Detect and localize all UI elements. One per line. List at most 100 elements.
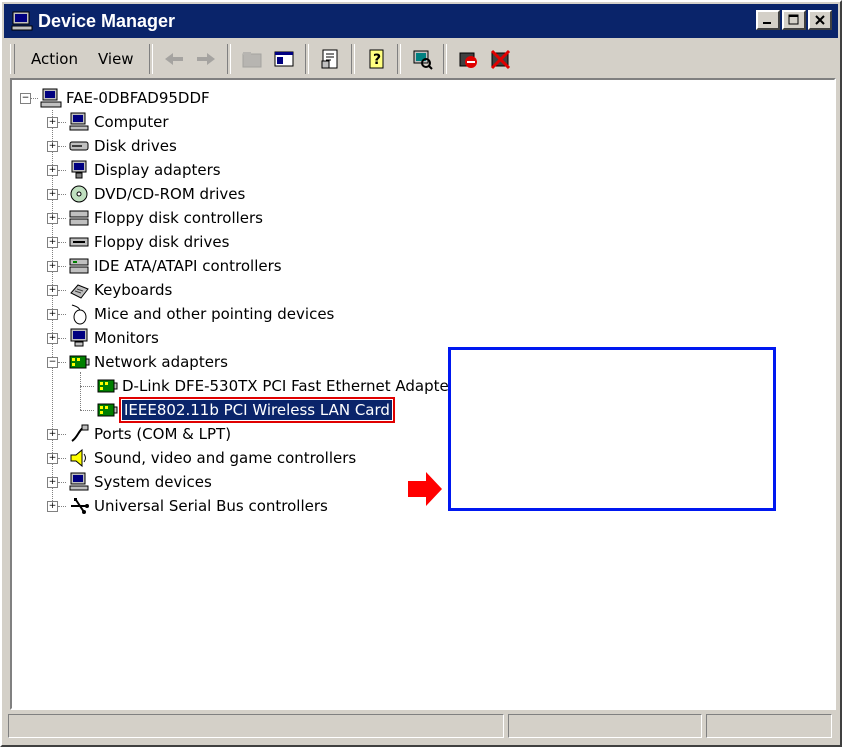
tree-root[interactable]: FAE-0DBFAD95DDF bbox=[40, 86, 210, 110]
toolbar: Action View ? bbox=[4, 40, 838, 78]
toolbar-separator bbox=[304, 44, 309, 74]
tree-device-label: D-Link DFE-530TX PCI Fast Ethernet Adapt… bbox=[122, 377, 455, 395]
tree-category[interactable]: Monitors bbox=[68, 326, 159, 350]
expand-toggle[interactable]: + bbox=[47, 477, 58, 488]
back-button[interactable] bbox=[160, 45, 188, 73]
expand-toggle[interactable]: + bbox=[47, 165, 58, 176]
tree-category[interactable]: Computer bbox=[68, 110, 169, 134]
tree-category[interactable]: Keyboards bbox=[68, 278, 172, 302]
port-icon bbox=[71, 424, 89, 442]
tree-category[interactable]: System devices bbox=[68, 470, 212, 494]
computer-icon bbox=[69, 112, 89, 131]
close-button[interactable] bbox=[808, 10, 832, 30]
show-hide-tree-icon bbox=[274, 51, 294, 67]
tree-category[interactable]: DVD/CD-ROM drives bbox=[68, 182, 245, 206]
tree-category[interactable]: Ports (COM & LPT) bbox=[68, 422, 231, 446]
show-hide-tree-button[interactable] bbox=[270, 45, 298, 73]
expand-toggle[interactable]: + bbox=[47, 141, 58, 152]
tree-category-label: Floppy disk controllers bbox=[94, 209, 263, 227]
tree-category-label: System devices bbox=[94, 473, 212, 491]
help-icon: ? bbox=[369, 49, 384, 69]
expand-toggle[interactable]: − bbox=[47, 357, 58, 368]
menu-view[interactable]: View bbox=[88, 46, 144, 72]
expand-toggle[interactable]: + bbox=[47, 501, 58, 512]
scan-hardware-icon bbox=[413, 50, 433, 70]
menu-action[interactable]: Action bbox=[21, 46, 88, 72]
expand-toggle[interactable]: + bbox=[47, 429, 58, 440]
tree-device-label: IEEE802.11b PCI Wireless LAN Card bbox=[119, 397, 395, 423]
expand-toggle[interactable]: + bbox=[47, 117, 58, 128]
tree-category-label: Ports (COM & LPT) bbox=[94, 425, 232, 443]
forward-arrow-icon bbox=[196, 53, 215, 65]
tree-category[interactable]: Floppy disk controllers bbox=[68, 206, 263, 230]
up-folder-button[interactable] bbox=[238, 45, 266, 73]
uninstall-icon bbox=[459, 52, 477, 68]
disk-drive-icon bbox=[69, 141, 89, 151]
disable-icon bbox=[490, 49, 510, 70]
toolbar-grip[interactable] bbox=[10, 44, 15, 74]
status-pane-middle bbox=[508, 714, 702, 738]
title-bar[interactable]: Device Manager bbox=[4, 4, 838, 38]
toolbar-separator bbox=[350, 44, 355, 74]
display-adapter-icon bbox=[71, 160, 87, 179]
expand-toggle[interactable]: + bbox=[47, 189, 58, 200]
tree-category-label: Disk drives bbox=[94, 137, 177, 155]
tree-device[interactable]: D-Link DFE-530TX PCI Fast Ethernet Adapt… bbox=[96, 374, 455, 398]
window-title: Device Manager bbox=[38, 10, 176, 31]
sound-icon bbox=[70, 448, 86, 468]
back-arrow-icon bbox=[164, 53, 183, 65]
floppy-drive-icon bbox=[69, 237, 89, 247]
tree-category-label: Display adapters bbox=[94, 161, 221, 179]
properties-button[interactable] bbox=[316, 45, 344, 73]
minimize-button[interactable] bbox=[756, 10, 780, 30]
system-icon bbox=[69, 472, 89, 491]
status-pane-main bbox=[8, 714, 504, 738]
expand-toggle[interactable]: + bbox=[47, 285, 58, 296]
minimize-icon bbox=[763, 22, 771, 24]
tree-category[interactable]: Display adapters bbox=[68, 158, 221, 182]
tree-category[interactable]: Mice and other pointing devices bbox=[68, 302, 334, 326]
tree-category-label: Floppy disk drives bbox=[94, 233, 230, 251]
cdrom-icon bbox=[70, 185, 88, 203]
tree-category-label: Sound, video and game controllers bbox=[94, 449, 357, 467]
tree-category[interactable]: Network adapters bbox=[68, 350, 228, 374]
status-pane-right bbox=[706, 714, 832, 738]
expand-toggle[interactable]: + bbox=[47, 309, 58, 320]
disable-button[interactable] bbox=[486, 45, 514, 73]
tree-category-label: Network adapters bbox=[94, 353, 228, 371]
maximize-icon bbox=[788, 14, 799, 25]
toolbar-separator bbox=[148, 44, 153, 74]
expand-toggle[interactable]: + bbox=[47, 453, 58, 464]
tree-category[interactable]: Disk drives bbox=[68, 134, 177, 158]
tree-device-selected[interactable]: IEEE802.11b PCI Wireless LAN Card bbox=[96, 397, 395, 423]
computer-monitor-icon bbox=[11, 11, 33, 31]
tree-category-label: DVD/CD-ROM drives bbox=[94, 185, 246, 203]
close-icon bbox=[815, 15, 825, 25]
help-button[interactable]: ? bbox=[362, 45, 390, 73]
toolbar-separator bbox=[442, 44, 447, 74]
tree-category[interactable]: Universal Serial Bus controllers bbox=[68, 494, 328, 518]
expand-toggle[interactable]: + bbox=[47, 333, 58, 344]
scan-hardware-button[interactable] bbox=[408, 45, 436, 73]
tree-category-label: Keyboards bbox=[94, 281, 173, 299]
maximize-button[interactable] bbox=[782, 10, 806, 30]
forward-button[interactable] bbox=[192, 45, 220, 73]
device-manager-window: Device Manager Action View ? − FAE-0DBFA… bbox=[0, 0, 842, 747]
callout-box bbox=[448, 347, 776, 511]
menu-view-label: View bbox=[97, 50, 134, 68]
network-adapter-icon bbox=[97, 379, 118, 393]
expand-toggle[interactable]: + bbox=[47, 237, 58, 248]
properties-icon bbox=[321, 49, 338, 69]
tree-category[interactable]: Sound, video and game controllers bbox=[68, 446, 356, 470]
expand-toggle[interactable]: + bbox=[47, 261, 58, 272]
tree-category[interactable]: Floppy disk drives bbox=[68, 230, 229, 254]
network-adapter-icon bbox=[69, 355, 90, 369]
caption-buttons bbox=[756, 10, 832, 30]
uninstall-button[interactable] bbox=[454, 45, 482, 73]
tree-category[interactable]: IDE ATA/ATAPI controllers bbox=[68, 254, 282, 278]
floppy-controller-icon bbox=[69, 210, 89, 226]
toolbar-separator bbox=[226, 44, 231, 74]
expand-toggle[interactable]: + bbox=[47, 213, 58, 224]
up-folder-icon bbox=[242, 52, 262, 68]
keyboard-icon bbox=[70, 284, 89, 299]
